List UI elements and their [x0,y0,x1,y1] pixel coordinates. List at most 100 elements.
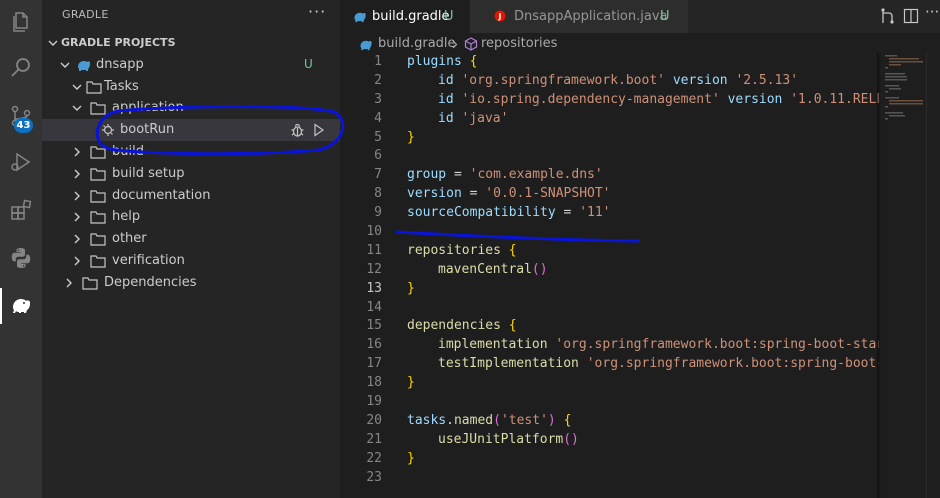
line-number: 14 [366,299,382,315]
folder-icon [90,168,106,181]
line-number: 17 [366,356,382,372]
editor-actions: ··· [875,3,939,25]
tab-label: DnsappApplication.java [514,9,668,24]
line-number: 3 [374,91,382,107]
split-editor-icon[interactable] [903,8,919,24]
line-number: 2 [374,72,382,88]
run-debug-icon[interactable] [0,142,42,182]
chevron-down-icon [60,62,70,68]
tree-item-label: build setup [112,165,185,181]
tab-status: U [444,9,454,24]
minimap[interactable] [881,53,926,498]
chevron-right-icon [66,278,72,288]
more-actions-icon[interactable]: ··· [925,3,939,21]
line-number: 1 [374,54,382,69]
tree-item-tasks[interactable]: Tasks [42,76,340,98]
gradle-tree: GRADLE PROJECTS dnsapp U Tasks applicati… [42,32,340,294]
tree-item-label: Tasks [104,78,139,94]
code-line: 11 repositories { [340,242,880,261]
line-number: 16 [366,337,382,353]
breadcrumb: build.gradle repositories [340,33,940,55]
folder-icon [90,233,106,246]
folder-icon [82,277,98,290]
line-number: 8 [374,186,382,202]
breadcrumb-symbol[interactable]: repositories [481,33,557,55]
folder-icon [90,146,106,159]
line-number: 23 [366,469,382,485]
code-line: 8 version = '0.0.1-SNAPSHOT' [340,185,880,204]
code-line: 20 tasks.named('test') { [340,412,880,431]
gradle-project-icon [78,60,90,71]
tab-build-gradle[interactable]: build.gradle U [340,0,470,33]
code-line-current: 13} [340,280,880,299]
code-line: 3 id 'io.spring.dependency-management' ve… [340,91,880,110]
folder-icon [90,102,106,115]
tree-item-dnsapp[interactable]: dnsapp U [42,54,340,76]
tree-item-build[interactable]: build [42,141,340,163]
code-line: 4 id 'java' [340,110,880,129]
chevron-right-icon [452,40,458,49]
tab-status: U [660,9,670,24]
tab-dnsapp-application[interactable]: J DnsappApplication.java U [470,0,688,33]
task-actions [289,122,329,138]
chevron-right-icon [74,212,80,222]
explorer-icon[interactable] [0,2,42,42]
line-number: 6 [374,148,382,164]
code-line: 6 [340,147,880,166]
debug-task-icon[interactable] [289,122,306,138]
tree-item-verification[interactable]: verification [42,250,340,272]
tree-item-dependencies[interactable]: Dependencies [42,272,340,294]
line-number: 9 [374,205,382,221]
tab-label: build.gradle [372,9,450,24]
code-line: 21 useJUnitPlatform() [340,431,880,450]
code-line: 10 [340,223,880,242]
tree-item-other[interactable]: other [42,228,340,250]
chevron-right-icon [74,147,80,157]
code-line: 9 sourceCompatibility = '11' [340,204,880,223]
search-icon[interactable] [0,48,42,88]
folder-icon [90,189,106,203]
source-control-badge: 43 [14,118,33,133]
activity-bar: 43 [0,0,42,498]
chevron-right-icon [74,169,80,179]
sidebar-title: GRADLE [62,8,109,21]
line-number: 18 [366,375,382,391]
gradle-elephant-icon[interactable] [0,286,42,326]
chevron-down-icon [72,84,82,90]
line-number: 21 [366,431,382,447]
line-number: 20 [366,412,382,428]
tree-item-build-setup[interactable]: build setup [42,163,340,185]
tree-item-label: application [112,100,184,116]
run-task-icon[interactable] [313,123,325,137]
chevron-right-icon [74,234,80,244]
line-number: 5 [374,129,382,145]
tree-item-documentation[interactable]: documentation [42,185,340,207]
code-line: 19 [340,393,880,412]
line-number: 19 [366,394,382,410]
breadcrumb-file[interactable]: build.gradle [378,33,456,55]
code-line: 5} [340,129,880,148]
tree-item-label: bootRun [120,122,175,138]
line-number: 4 [374,110,382,126]
chevron-down-icon [48,40,58,46]
java-file-icon: J [494,10,506,22]
more-actions-icon[interactable]: ··· [308,2,326,21]
chevron-right-icon [74,256,80,266]
tree-item-help[interactable]: help [42,206,340,228]
gradle-file-icon [354,12,366,23]
code-editor[interactable]: 1 plugins { 2 id 'org.springframework.boot… [340,53,880,487]
python-icon[interactable] [0,238,42,278]
code-line: 22} [340,450,880,469]
tree-item-application[interactable]: application [42,97,340,119]
line-number: 10 [366,224,382,240]
tree-item-label: verification [112,252,185,268]
gradle-projects-header[interactable]: GRADLE PROJECTS [42,32,340,54]
open-changes-icon[interactable] [879,7,897,25]
extensions-icon[interactable] [0,190,42,230]
vertical-scrollbar[interactable] [926,53,940,498]
code-line: 17 testImplementation 'org.springframewor… [340,355,880,374]
code-line: 7 group = 'com.example.dns' [340,166,880,185]
tree-item-label: other [112,231,147,247]
tree-item-bootrun[interactable]: bootRun [42,119,340,141]
chevron-down-icon [72,105,82,112]
